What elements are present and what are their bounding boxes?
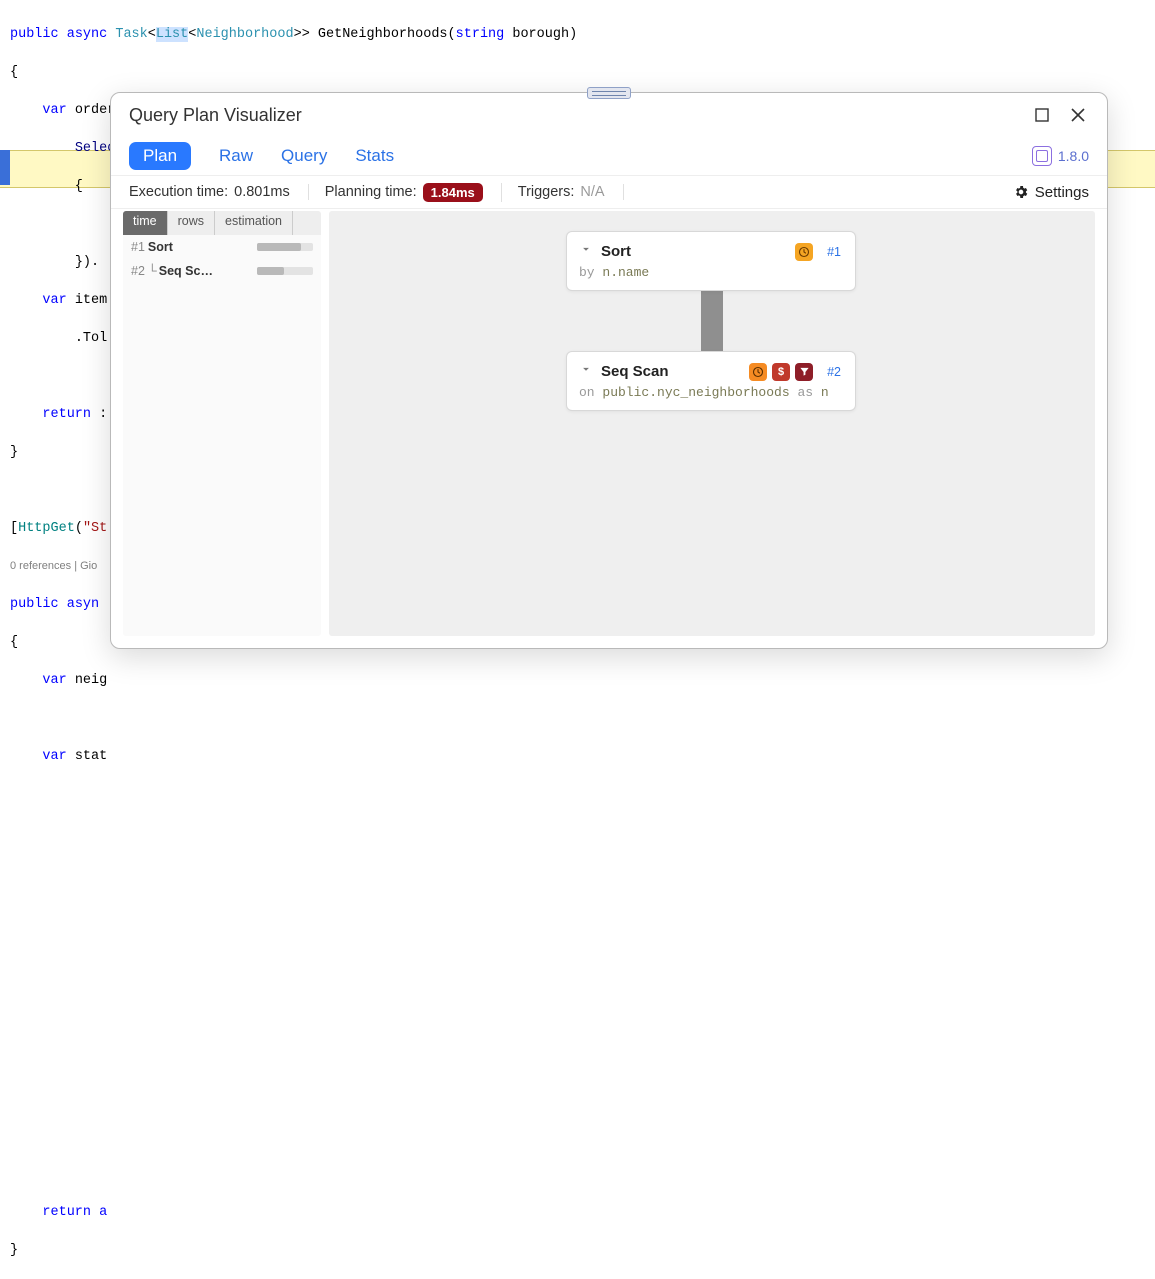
triggers-value: N/A	[580, 184, 604, 200]
node-ref[interactable]: #2	[827, 365, 841, 379]
list-tab-rows[interactable]: rows	[168, 211, 215, 235]
node-ref[interactable]: #1	[827, 245, 841, 259]
operations-list-panel: time rows estimation #1 Sort #2 └ Seq Sc…	[123, 211, 321, 636]
cost-icon: $	[772, 363, 790, 381]
list-item[interactable]: #1 Sort	[123, 235, 321, 259]
settings-button[interactable]: Settings	[1013, 184, 1089, 201]
plan-edge	[701, 291, 723, 351]
plan-canvas[interactable]: Sort #1 by n.name	[329, 211, 1095, 636]
tab-stats[interactable]: Stats	[355, 146, 394, 166]
triggers-label: Triggers:	[518, 184, 575, 200]
filter-icon	[795, 363, 813, 381]
plan-time-label: Planning time:	[325, 184, 417, 200]
clock-icon	[749, 363, 767, 381]
tab-raw[interactable]: Raw	[219, 146, 253, 166]
window-title: Query Plan Visualizer	[129, 105, 302, 126]
exec-time-value: 0.801ms	[234, 184, 290, 200]
tab-query[interactable]: Query	[281, 146, 327, 166]
plan-node-sort[interactable]: Sort #1 by n.name	[566, 231, 856, 291]
chevron-down-icon[interactable]	[579, 362, 593, 381]
gear-icon	[1013, 184, 1029, 200]
exec-time-label: Execution time:	[129, 184, 228, 200]
close-button[interactable]	[1067, 104, 1089, 126]
drag-handle[interactable]	[587, 87, 631, 99]
node-detail: on public.nyc_neighborhoods as n	[579, 385, 841, 400]
list-item[interactable]: #2 └ Seq Sc…	[123, 259, 321, 283]
chevron-down-icon[interactable]	[579, 242, 593, 261]
clock-icon	[795, 243, 813, 261]
list-tab-estimation[interactable]: estimation	[215, 211, 293, 235]
plan-node-seq-scan[interactable]: Seq Scan $ #2 on public.nyc_neighborhood…	[566, 351, 856, 411]
version-label: 1.8.0	[1032, 146, 1089, 166]
app-icon	[1032, 146, 1052, 166]
node-detail: by n.name	[579, 265, 841, 280]
list-tab-time[interactable]: time	[123, 211, 168, 235]
plan-time-value: 1.84ms	[423, 183, 483, 202]
query-plan-visualizer-window: Query Plan Visualizer Plan Raw Query Sta…	[110, 92, 1108, 649]
maximize-button[interactable]	[1031, 104, 1053, 126]
tab-plan[interactable]: Plan	[129, 142, 191, 170]
